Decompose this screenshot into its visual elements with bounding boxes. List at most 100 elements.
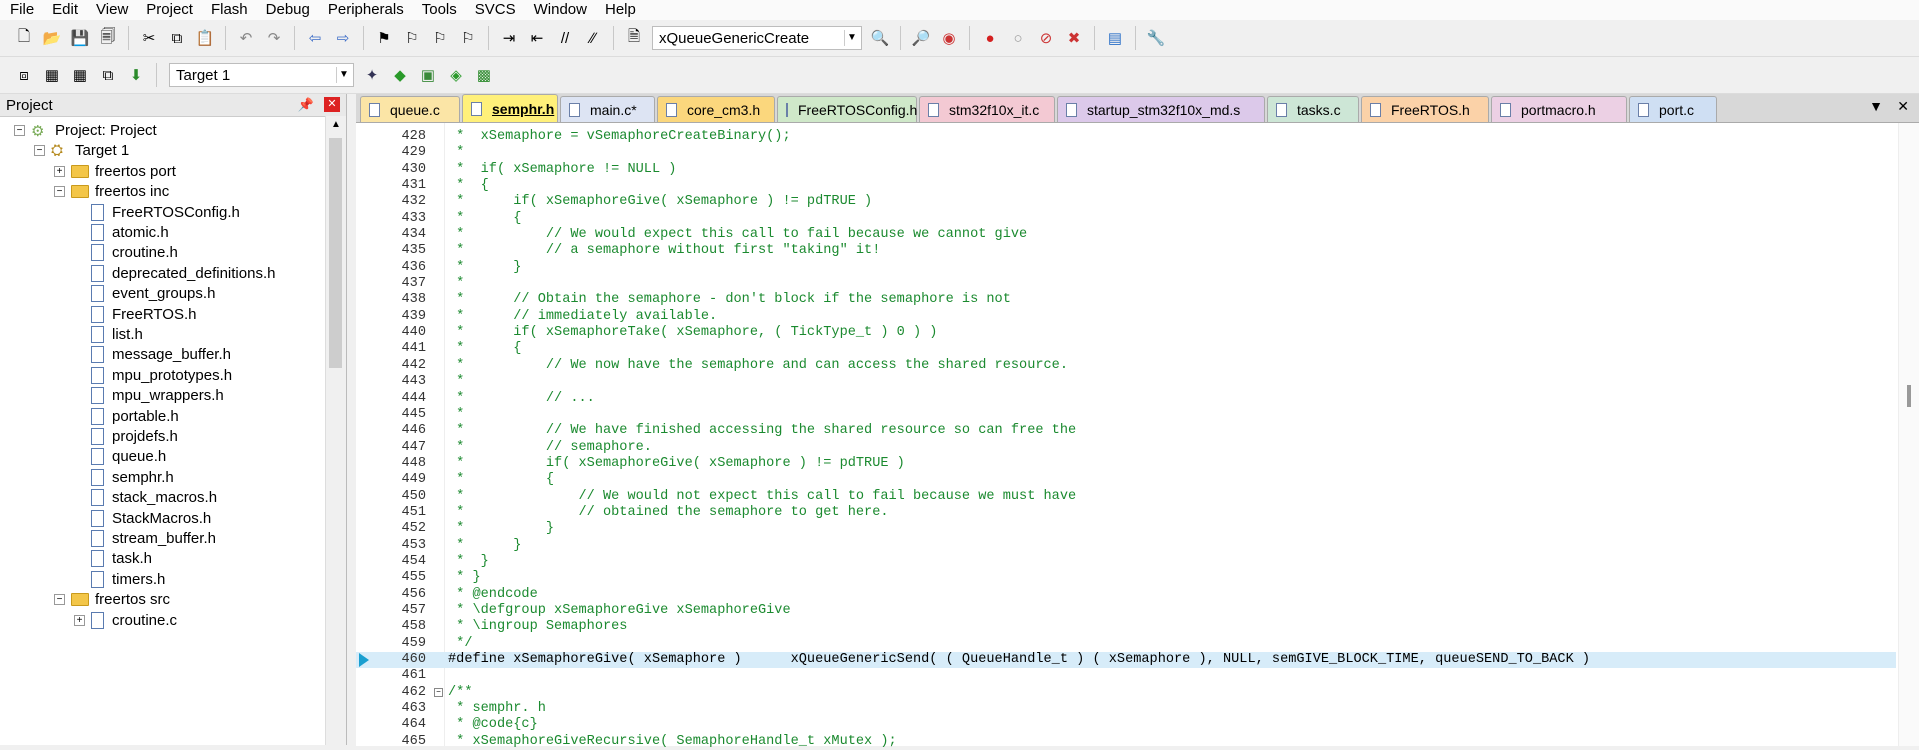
incremental-find-icon[interactable]: 🔎 [909,26,933,50]
code-line[interactable]: 442 * // We now have the semaphore and c… [356,358,1896,374]
menu-peripherals[interactable]: Peripherals [318,0,412,20]
code-line[interactable]: 447 * // semaphore. [356,440,1896,456]
collapse-icon[interactable]: − [14,125,25,136]
code-line[interactable]: 459 */ [356,636,1896,652]
code-line[interactable]: 429 * [356,145,1896,161]
rebuild-icon[interactable]: ▦ [68,63,92,87]
code-line[interactable]: 451 * // obtained the semaphore to get h… [356,505,1896,521]
code-line[interactable]: 436 * } [356,260,1896,276]
fold-toggle-icon[interactable]: − [434,687,443,697]
breakpoint-disable-icon[interactable]: ⊘ [1034,26,1058,50]
target-options-icon[interactable]: ✦ [360,63,384,87]
code-line[interactable]: 438 * // Obtain the semaphore - don't bl… [356,292,1896,308]
save-all-icon[interactable]: 🗐 [96,26,120,50]
code-line[interactable]: 450 * // We would not expect this call t… [356,489,1896,505]
close-editor-icon[interactable]: ✕ [1897,98,1909,115]
scroll-thumb[interactable] [1907,385,1911,407]
menu-edit[interactable]: Edit [42,0,86,20]
tab-startup-stm32f10x-md-s[interactable]: startup_stm32f10x_md.s [1057,96,1265,122]
code-line[interactable]: 449 * { [356,472,1896,488]
code-line[interactable]: 444 * // ... [356,391,1896,407]
code-line[interactable]: 462−/** [356,685,1896,701]
tab-tasks-c[interactable]: tasks.c [1267,96,1359,122]
bookmark-clear-icon[interactable]: ⚐ [456,26,480,50]
tab-portmacro-h[interactable]: portmacro.h [1491,96,1627,122]
bookmark-icon[interactable]: ⚑ [372,26,396,50]
code-line[interactable]: 441 * { [356,341,1896,357]
menu-project[interactable]: Project [136,0,201,20]
code-line[interactable]: 428 * xSemaphore = vSemaphoreCreateBinar… [356,129,1896,145]
chevron-down-icon[interactable]: ▼ [336,67,351,83]
code-line[interactable]: 432 * if( xSemaphoreGive( xSemaphore ) !… [356,194,1896,210]
breakpoint-enable-icon[interactable]: ○ [1006,26,1030,50]
code-line[interactable]: 446 * // We have finished accessing the … [356,423,1896,439]
code-line[interactable]: 443 * [356,374,1896,390]
code-line[interactable]: 437 * [356,276,1896,292]
code-editor[interactable]: 428 * xSemaphore = vSemaphoreCreateBinar… [356,122,1919,749]
indent-icon[interactable]: ⇥ [497,26,521,50]
menu-help[interactable]: Help [595,0,644,20]
project-tree-scrollbar[interactable]: ▲ [325,116,346,745]
batch-build-icon[interactable]: ⧉ [96,63,120,87]
close-icon[interactable]: ✕ [324,97,340,112]
code-line[interactable]: 433 * { [356,211,1896,227]
target-select[interactable]: Target 1 ▼ [169,63,354,87]
menu-window[interactable]: Window [524,0,595,20]
tab-list-icon[interactable]: ▼ [1869,98,1883,114]
find-combo[interactable]: xQueueGenericCreate ▼ [652,26,862,50]
menu-svcs[interactable]: SVCS [465,0,524,20]
tab-freertosconfig-h[interactable]: FreeRTOSConfig.h [777,96,917,122]
menu-tools[interactable]: Tools [412,0,465,20]
tab-core-cm3-h[interactable]: core_cm3.h [657,96,775,122]
code-line[interactable]: 456 * @endcode [356,587,1896,603]
tab-port-c[interactable]: port.c [1629,96,1717,122]
undo-icon[interactable]: ↶ [234,26,258,50]
scroll-up-icon[interactable]: ▲ [326,116,346,134]
code-line[interactable]: 445 * [356,407,1896,423]
code-line[interactable]: 434 * // We would expect this call to fa… [356,227,1896,243]
tab-semphr-h[interactable]: semphr.h [462,94,558,122]
tree-item[interactable]: + croutine.c [74,608,177,633]
window-layout-icon[interactable]: ▤ [1103,26,1127,50]
breakpoint-insert-icon[interactable]: ● [978,26,1002,50]
code-line[interactable]: 435 * // a semaphore without first "taki… [356,243,1896,259]
uncomment-icon[interactable]: ∕∕ [581,26,605,50]
find-icon[interactable]: 🔍 [868,26,892,50]
code-line[interactable]: 464 * @code{c} [356,717,1896,733]
code-line[interactable]: 453 * } [356,538,1896,554]
expand-icon[interactable]: + [54,165,65,177]
code-line[interactable]: 465 * xSemaphoreGiveRecursive( Semaphore… [356,734,1896,750]
code-line[interactable]: 461 [356,668,1896,684]
tab-stm32f10x-it-c[interactable]: stm32f10x_it.c [919,96,1055,122]
download-icon[interactable]: ⬇ [124,63,148,87]
redo-icon[interactable]: ↷ [262,26,286,50]
code-line[interactable]: 454 * } [356,554,1896,570]
manage-components-icon[interactable]: ◆ [388,63,412,87]
expand-icon[interactable]: + [74,614,85,626]
pack-installer-icon[interactable]: ▣ [416,63,440,87]
code-line[interactable]: 440 * if( xSemaphoreTake( xSemaphore, ( … [356,325,1896,341]
open-file-icon[interactable]: 📂 [40,26,64,50]
code-line[interactable]: 430 * if( xSemaphore != NULL ) [356,162,1896,178]
tab-main-c-[interactable]: main.c* [560,96,655,122]
code-line[interactable]: 448 * if( xSemaphoreGive( xSemaphore ) !… [356,456,1896,472]
code-line[interactable]: 458 * \ingroup Semaphores [356,619,1896,635]
editor-scrollbar[interactable] [1898,123,1919,746]
cut-icon[interactable]: ✂ [137,26,161,50]
menu-flash[interactable]: Flash [201,0,256,20]
save-icon[interactable]: 💾 [68,26,92,50]
code-line[interactable]: 439 * // immediately available. [356,309,1896,325]
copy-icon[interactable]: ⧉ [165,26,189,50]
comment-icon[interactable]: // [553,26,577,50]
menu-view[interactable]: View [86,0,136,20]
code-line[interactable]: 431 * { [356,178,1896,194]
chevron-down-icon[interactable]: ▼ [844,30,859,46]
bookmark-next-icon[interactable]: ⚐ [428,26,452,50]
menu-debug[interactable]: Debug [256,0,318,20]
breakpoint-kill-icon[interactable]: ✖ [1062,26,1086,50]
select-software-packs-icon[interactable]: ◈ [444,63,468,87]
code-line[interactable]: 463 * semphr. h [356,701,1896,717]
code-line[interactable]: 460 #define xSemaphoreGive( xSemaphore ) … [356,652,1896,669]
collapse-icon[interactable]: − [34,145,45,157]
collapse-icon[interactable]: − [54,186,65,198]
